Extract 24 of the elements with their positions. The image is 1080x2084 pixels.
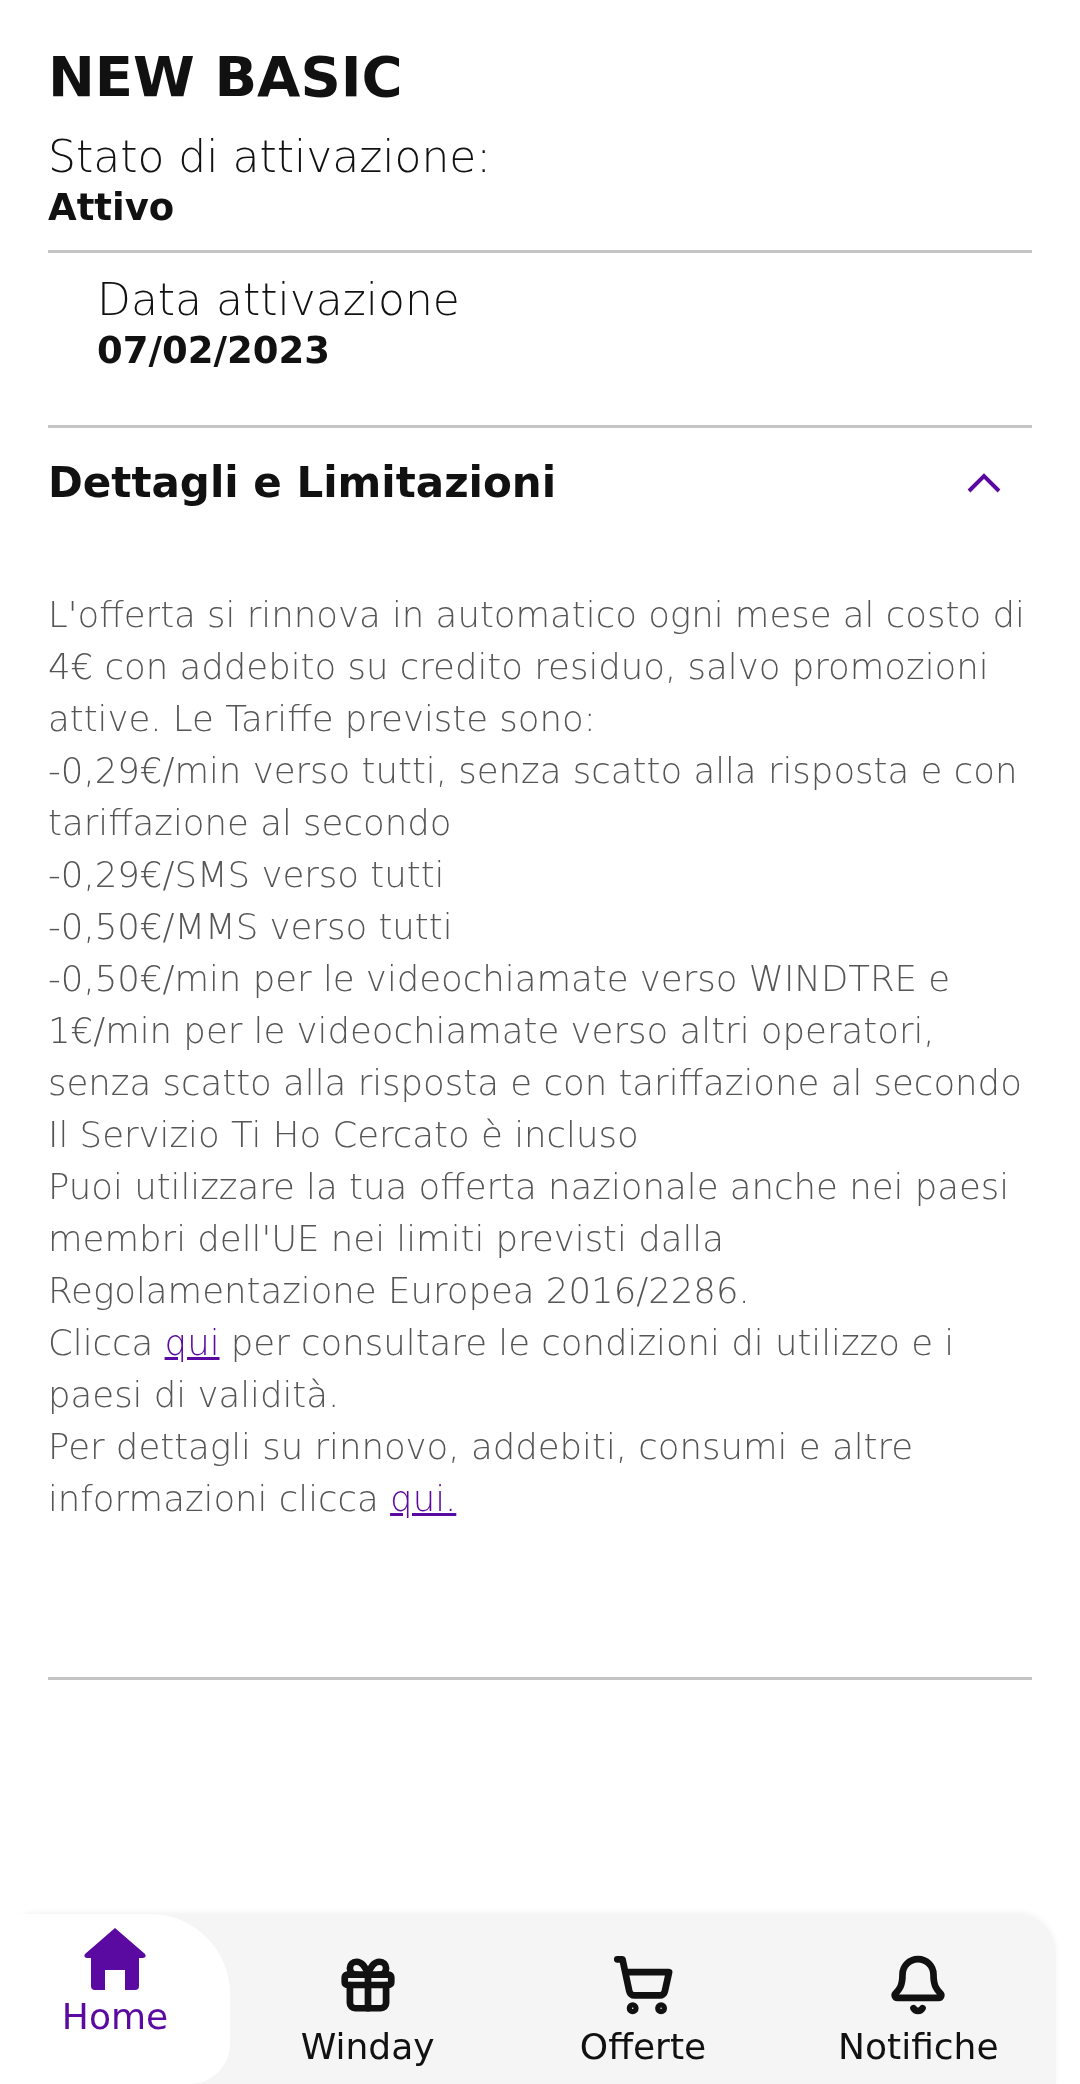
details-paragraph: Puoi utilizzare la tua offerta nazionale anche nei paesi membri dell'UE nei limiti previsti dalla Regolamentazione Europea 2016/2286. (48, 1165, 1011, 1313)
details-paragraph: -0,50€/min per le videochiamate verso WINDTRE e 1€/min per le videochiamate verso altri operatori, senza scatto alla risposta e con tariffazione al secondo (48, 957, 1023, 1105)
chevron-icon (966, 471, 1002, 494)
details-paragraph: Per dettagli su rinnovo, addebiti, consumi e altre informazioni clicca qui. (48, 1425, 915, 1521)
status-label: Stato di attivazione: (48, 130, 493, 184)
details-paragraph: Clicca qui per consultare le condizioni di utilizzo e i paesi di validità. (48, 1321, 956, 1417)
activation-date: 07/02/2023 (97, 328, 331, 374)
details-paragraph: -0,50€/MMS verso tutti (48, 905, 454, 949)
details-paragraph: -0,29€/SMS verso tutti (48, 853, 446, 897)
activation-label: Data attivazione (97, 273, 461, 327)
details-paragraph: -0,29€/min verso tutti, senza scatto alla risposta e con tariffazione al secondo (48, 749, 1019, 845)
link[interactable]: qui. (390, 1478, 457, 1519)
link[interactable]: qui (164, 1322, 220, 1363)
status-value: Attivo (48, 185, 176, 231)
home-icon (81, 1926, 149, 1992)
details-paragraph: Il Servizio Ti Ho Cercato è incluso (48, 1113, 640, 1157)
nav-tab[interactable]: Offerte (505, 1914, 781, 2084)
nav-tab[interactable]: Home (0, 1914, 230, 2084)
details-paragraph: L'offerta si rinnova in automatico ogni mese al costo di 4€ con addebito su credito residuo, salvo promozioni attive. Le Tariffe previste sono: (48, 593, 1026, 741)
plan-title: NEW BASIC (48, 43, 404, 111)
nav-tab[interactable]: Notifiche (780, 1914, 1056, 2084)
nav-tab[interactable]: Winday (230, 1914, 506, 2084)
section-title: Dettagli e Limitazioni (48, 458, 557, 507)
cart-icon (612, 1953, 674, 2016)
